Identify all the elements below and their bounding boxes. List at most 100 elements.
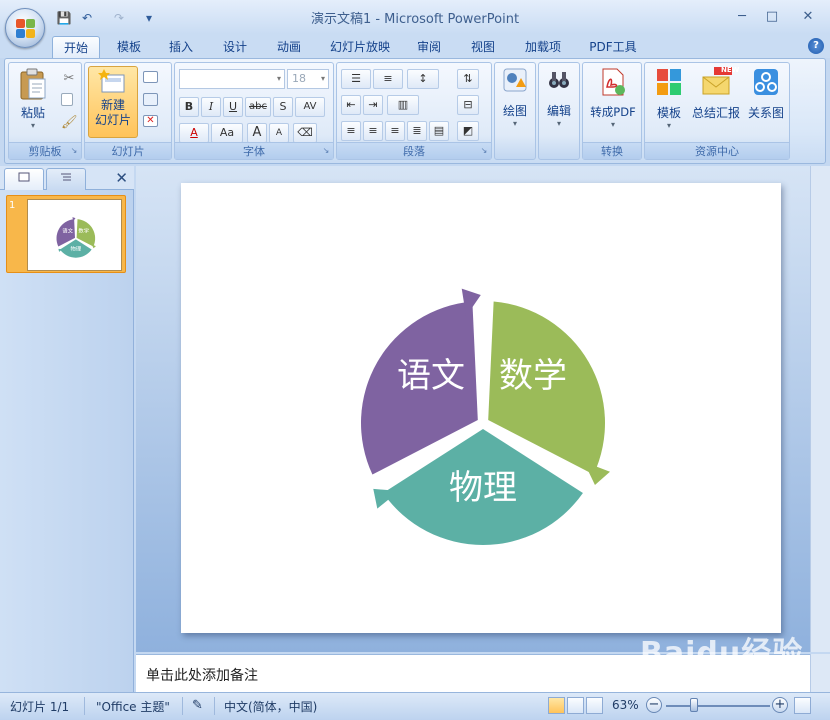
clipboard-launcher-icon[interactable]: ↘ bbox=[69, 146, 79, 156]
slide-sorter-icon[interactable] bbox=[567, 697, 584, 714]
shadow-button[interactable]: S bbox=[273, 97, 293, 117]
font-group: ▾ 18 ▾ B I U abc S AV A Aa A A ⌫ 字体 ↘ bbox=[174, 62, 334, 160]
summary-report-button[interactable]: NEW 总结汇报 bbox=[691, 66, 741, 121]
slides-tab[interactable] bbox=[4, 168, 44, 190]
tab-templates[interactable]: 模板 bbox=[108, 36, 150, 58]
delete-slide-icon[interactable]: ✕ bbox=[143, 115, 158, 127]
outline-tab[interactable] bbox=[46, 168, 86, 190]
decrease-indent-icon[interactable]: ⇤ bbox=[341, 95, 361, 115]
editing-group: 编辑 ▾ bbox=[538, 62, 580, 160]
window-title: 演示文稿1 - Microsoft PowerPoint bbox=[310, 12, 520, 27]
tab-view[interactable]: 视图 bbox=[462, 36, 504, 58]
fit-window-icon[interactable] bbox=[794, 697, 811, 714]
tab-animations[interactable]: 动画 bbox=[268, 36, 310, 58]
spellcheck-icon[interactable]: ✎ bbox=[192, 698, 203, 713]
relations-button[interactable]: 关系图 bbox=[743, 67, 789, 121]
reset-icon[interactable] bbox=[143, 93, 158, 106]
status-divider bbox=[84, 697, 85, 715]
zoom-slider[interactable] bbox=[666, 705, 770, 707]
slide-thumbnail-preview: 语文 数学 物理 bbox=[27, 199, 122, 271]
cycle-diagram[interactable]: 语文 数学物理 bbox=[181, 183, 781, 633]
maximize-button[interactable]: □ bbox=[758, 8, 786, 26]
columns-icon[interactable]: ▥ bbox=[387, 95, 419, 115]
bold-button[interactable]: B bbox=[179, 97, 199, 117]
slideshow-view-icon[interactable] bbox=[586, 697, 603, 714]
summary-report-label: 总结汇报 bbox=[691, 106, 740, 120]
clear-format-icon[interactable]: ⌫ bbox=[293, 123, 317, 143]
font-color-button[interactable]: A bbox=[179, 123, 209, 143]
normal-view-icon[interactable] bbox=[548, 697, 565, 714]
increase-indent-icon[interactable]: ⇥ bbox=[363, 95, 383, 115]
underline-button[interactable]: U bbox=[223, 97, 243, 117]
editing-button[interactable]: 编辑 ▾ bbox=[541, 67, 577, 128]
font-launcher-icon[interactable]: ↘ bbox=[321, 146, 331, 156]
align-left-icon[interactable]: ≡ bbox=[341, 121, 361, 141]
resource-group-label: 资源中心 bbox=[645, 142, 789, 159]
numbering-icon[interactable]: ≡ bbox=[373, 69, 403, 89]
pane-tabs: ✕ bbox=[0, 166, 134, 190]
zoom-in-icon[interactable]: + bbox=[772, 697, 788, 713]
relations-icon bbox=[754, 69, 778, 95]
new-slide-label-line2: 幻灯片 bbox=[94, 113, 131, 127]
tab-addins[interactable]: 加载项 bbox=[516, 36, 570, 58]
new-slide-button[interactable]: 新建 幻灯片 bbox=[88, 66, 138, 138]
font-size-combo[interactable]: 18 ▾ bbox=[287, 69, 329, 89]
help-icon[interactable]: ? bbox=[808, 38, 824, 54]
distribute-icon[interactable]: ▤ bbox=[429, 121, 449, 141]
format-painter-icon[interactable]: 🖌 bbox=[61, 115, 78, 131]
align-text-icon[interactable]: ⊟ bbox=[457, 95, 479, 115]
line-spacing-icon[interactable]: ↕ bbox=[407, 69, 439, 89]
text-direction-icon[interactable]: ⇅ bbox=[457, 69, 479, 89]
grow-font-button[interactable]: A bbox=[247, 123, 267, 143]
clipboard-group: 粘贴 ▾ ✂ 🖌 剪贴板 ↘ bbox=[8, 62, 82, 160]
tab-slideshow[interactable]: 幻灯片放映 bbox=[322, 36, 398, 58]
tab-home[interactable]: 开始 bbox=[52, 36, 100, 58]
new-slide-label-line1: 新建 bbox=[100, 98, 125, 112]
ribbon: 粘贴 ▾ ✂ 🖌 剪贴板 ↘ 新建 幻灯片 ✕ 幻灯片 ▾ 18 ▾ B I U… bbox=[4, 58, 826, 164]
smartart-icon[interactable]: ◩ bbox=[457, 121, 479, 141]
office-logo-icon bbox=[16, 19, 36, 39]
paste-button[interactable]: 粘贴 ▾ bbox=[15, 67, 51, 130]
align-right-icon[interactable]: ≡ bbox=[385, 121, 405, 141]
copy-icon[interactable] bbox=[61, 93, 73, 106]
font-name-combo[interactable]: ▾ bbox=[179, 69, 285, 89]
drawing-button[interactable]: 绘图 ▾ bbox=[497, 67, 533, 128]
cut-icon[interactable]: ✂ bbox=[61, 71, 77, 87]
minimize-button[interactable]: ─ bbox=[728, 8, 756, 26]
tab-review[interactable]: 审阅 bbox=[408, 36, 450, 58]
zoom-slider-thumb[interactable] bbox=[690, 698, 698, 712]
tab-design[interactable]: 设计 bbox=[214, 36, 256, 58]
slide-thumbnail[interactable]: 1 语文 数学 物理 bbox=[6, 195, 126, 273]
template-button[interactable]: 模板 ▾ bbox=[649, 67, 689, 130]
paragraph-launcher-icon[interactable]: ↘ bbox=[479, 146, 489, 156]
slides-group: 新建 幻灯片 ✕ 幻灯片 bbox=[84, 62, 172, 160]
zoom-level[interactable]: 63% bbox=[612, 698, 639, 712]
notes-placeholder[interactable]: 单击此处添加备注 bbox=[146, 665, 258, 685]
bullets-icon[interactable]: ☰ bbox=[341, 69, 371, 89]
close-button[interactable]: ✕ bbox=[794, 8, 822, 26]
tab-pdf-tools[interactable]: PDF工具 bbox=[580, 36, 646, 58]
pane-close-icon[interactable]: ✕ bbox=[115, 169, 128, 187]
convert-pdf-label: 转成PDF bbox=[590, 105, 636, 119]
paste-label: 粘贴 bbox=[20, 106, 45, 120]
outline-icon bbox=[61, 173, 71, 181]
zoom-out-icon[interactable]: − bbox=[646, 697, 662, 713]
justify-icon[interactable]: ≣ bbox=[407, 121, 427, 141]
italic-button[interactable]: I bbox=[201, 97, 221, 117]
slide-scrollbar[interactable] bbox=[810, 166, 830, 652]
cycle-segment-label: 语文 bbox=[397, 356, 465, 396]
strikethrough-button[interactable]: abc bbox=[245, 97, 271, 117]
layout-icon[interactable] bbox=[143, 71, 158, 83]
shrink-font-button[interactable]: A bbox=[269, 123, 289, 143]
tab-insert[interactable]: 插入 bbox=[160, 36, 202, 58]
status-divider bbox=[182, 697, 183, 715]
change-case-button[interactable]: Aa bbox=[211, 123, 243, 143]
slide-canvas[interactable]: 语文 数学 物理 bbox=[181, 183, 781, 633]
slides-pane: ✕ 1 语文 数学 物理 bbox=[0, 166, 134, 692]
align-center-icon[interactable]: ≡ bbox=[363, 121, 383, 141]
office-button[interactable] bbox=[5, 8, 45, 48]
notes-scrollbar[interactable] bbox=[810, 654, 830, 692]
slides-group-label: 幻灯片 bbox=[85, 142, 171, 159]
char-spacing-button[interactable]: AV bbox=[295, 97, 325, 117]
convert-pdf-button[interactable]: 转成PDF ▾ bbox=[585, 67, 641, 129]
